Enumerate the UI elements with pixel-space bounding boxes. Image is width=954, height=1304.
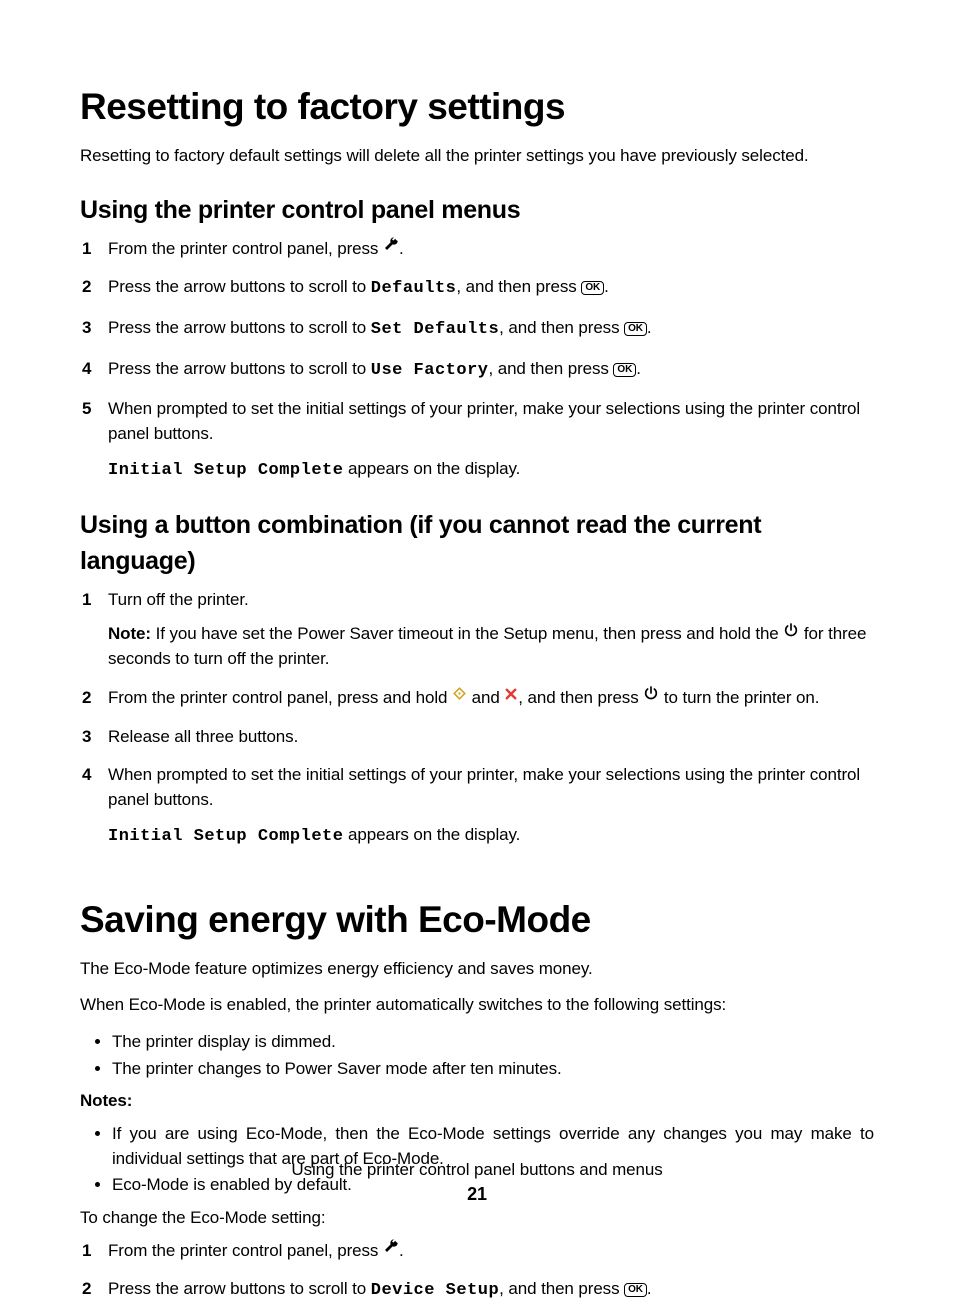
step-text-a: From the printer control panel, press an… bbox=[108, 688, 452, 707]
step-text-b: and bbox=[467, 688, 504, 707]
step-text-mid: , and then press bbox=[488, 359, 613, 378]
step-text-tail: . bbox=[399, 239, 404, 258]
heading-resetting: Resetting to factory settings bbox=[80, 80, 874, 134]
step-number: 2 bbox=[82, 275, 91, 300]
eco-intro-1: The Eco-Mode feature optimizes energy ef… bbox=[80, 957, 874, 982]
eco-intro-2: When Eco-Mode is enabled, the printer au… bbox=[80, 993, 874, 1018]
display-message: Initial Setup Complete bbox=[108, 461, 343, 480]
wrench-icon bbox=[383, 1237, 399, 1262]
step-number: 3 bbox=[82, 316, 91, 341]
eco-change-intro: To change the Eco-Mode setting: bbox=[80, 1206, 874, 1231]
wrench-icon bbox=[383, 235, 399, 260]
step-text-tail: appears on the display. bbox=[343, 825, 520, 844]
menu-term: Device Setup bbox=[371, 1281, 499, 1300]
step-text: Press the arrow buttons to scroll to bbox=[108, 1279, 371, 1298]
step-text: When prompted to set the initial setting… bbox=[108, 765, 860, 809]
steps-button-combo: 1 Turn off the printer. Note: If you hav… bbox=[80, 588, 874, 850]
page-number: 21 bbox=[0, 1181, 954, 1207]
intro-resetting: Resetting to factory default settings wi… bbox=[80, 144, 874, 169]
power-icon bbox=[643, 684, 659, 709]
power-icon bbox=[783, 621, 799, 646]
subheading-button-combo: Using a button combination (if you canno… bbox=[80, 507, 874, 580]
step-text: From the printer control panel, press bbox=[108, 1241, 383, 1260]
step-text-tail: . bbox=[647, 318, 652, 337]
step-text-mid: , and then press bbox=[499, 1279, 624, 1298]
note-label: Note: bbox=[108, 624, 151, 643]
step-text: From the printer control panel, press bbox=[108, 239, 383, 258]
menu-term: Set Defaults bbox=[371, 320, 499, 339]
step-number: 1 bbox=[82, 237, 91, 262]
step-text: Press the arrow buttons to scroll to bbox=[108, 277, 371, 296]
step-text-tail: . bbox=[636, 359, 641, 378]
heading-eco-mode: Saving energy with Eco-Mode bbox=[80, 893, 874, 947]
list-item: The printer changes to Power Saver mode … bbox=[112, 1057, 874, 1082]
step-text: Press the arrow buttons to scroll to bbox=[108, 359, 371, 378]
step-text-tail: appears on the display. bbox=[343, 459, 520, 478]
step-text-tail: . bbox=[604, 277, 609, 296]
steps-eco: 1 From the printer control panel, press … bbox=[80, 1239, 874, 1304]
steps-panel-menus: 1 From the printer control panel, press … bbox=[80, 237, 874, 484]
step-text-mid: , and then press bbox=[456, 277, 581, 296]
step-text: When prompted to set the initial setting… bbox=[108, 399, 860, 443]
step-number: 3 bbox=[82, 725, 91, 750]
step-number: 4 bbox=[82, 357, 91, 382]
step-text-c: , and then press bbox=[518, 688, 643, 707]
ok-button-icon: OK bbox=[581, 281, 604, 295]
step-number: 2 bbox=[82, 686, 91, 711]
note-text-a: If you have set the Power Saver timeout … bbox=[151, 624, 783, 643]
step-number: 5 bbox=[82, 397, 91, 422]
ok-button-icon: OK bbox=[624, 322, 647, 336]
menu-term: Use Factory bbox=[371, 361, 489, 380]
step-number: 1 bbox=[82, 588, 91, 613]
menu-term: Defaults bbox=[371, 279, 457, 298]
step-text-tail: . bbox=[647, 1279, 652, 1298]
diamond-icon bbox=[452, 684, 467, 709]
ok-button-icon: OK bbox=[613, 363, 636, 377]
step-text: Turn off the printer. bbox=[108, 590, 249, 609]
step-text: Press the arrow buttons to scroll to bbox=[108, 318, 371, 337]
cancel-x-icon bbox=[504, 684, 518, 709]
footer-text: Using the printer control panel buttons … bbox=[0, 1158, 954, 1183]
step-text: Release all three buttons. bbox=[108, 727, 298, 746]
display-message: Initial Setup Complete bbox=[108, 827, 343, 846]
ok-button-icon: OK bbox=[624, 1283, 647, 1297]
notes-label: Notes: bbox=[80, 1091, 132, 1110]
step-text-mid: , and then press bbox=[499, 318, 624, 337]
eco-bullets: The printer display is dimmed. The print… bbox=[80, 1030, 874, 1081]
step-text-tail: . bbox=[399, 1241, 404, 1260]
step-number: 1 bbox=[82, 1239, 91, 1264]
step-number: 4 bbox=[82, 763, 91, 788]
list-item: The printer display is dimmed. bbox=[112, 1030, 874, 1055]
step-text-d: to turn the printer on. bbox=[659, 688, 819, 707]
subheading-panel-menus: Using the printer control panel menus bbox=[80, 192, 874, 228]
step-number: 2 bbox=[82, 1277, 91, 1302]
